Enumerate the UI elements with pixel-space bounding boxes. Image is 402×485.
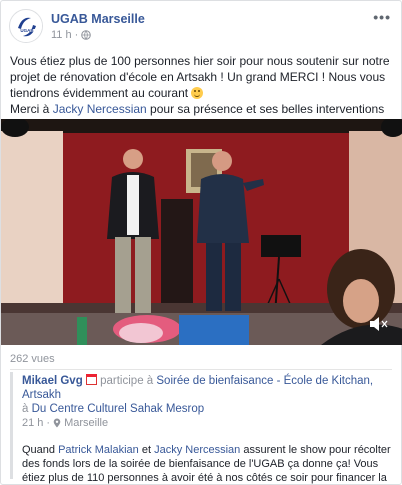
venue-line: à Du Centre Culturel Sahak Mesrop [22,402,394,416]
shared-message: Quand Patrick Malakian et Jacky Nercessi… [22,443,394,485]
participates-text: participe à [96,375,157,387]
shared-text-1: Quand [22,444,59,456]
meta-separator: · [74,29,79,41]
shared-time[interactable]: 21 h [22,416,43,430]
page-name-link[interactable]: UGAB Marseille [51,12,145,26]
more-options-icon[interactable]: ••• [373,9,391,25]
mention-patrick-malakian[interactable]: Patrick Malakian [58,444,139,456]
post-header: UGAB UGAB Marseille 11 h · ••• [9,9,393,45]
message-line-2-post: pour sa présence et ses belles intervent… [146,102,385,116]
post-time[interactable]: 11 h [51,29,72,41]
shared-header: Mikael Gvg participe à Soirée de bienfai… [22,374,394,402]
divider [10,369,392,370]
message-line-2-pre: Merci à [10,102,53,116]
ugab-logo-icon: UGAB [11,11,42,42]
shared-author-link[interactable]: Mikael Gvg [22,375,83,387]
calendar-icon [85,374,97,385]
at-text: à [22,403,32,415]
shared-text-2: et [138,444,155,456]
video-frame [1,119,402,345]
post-meta: 11 h · [51,29,92,41]
shared-post: Mikael Gvg participe à Soirée de bienfai… [10,372,394,484]
mention-jacky-nercessian[interactable]: Jacky Nercessian [154,444,240,456]
video-player[interactable] [1,119,402,345]
meta-dot: · [46,417,51,429]
mention-jacky-nercessian[interactable]: Jacky Nercessian [53,102,147,116]
venue-link[interactable]: Du Centre Culturel Sahak Mesrop [32,403,205,415]
shared-location[interactable]: Marseille [64,416,108,430]
location-pin-icon [53,418,61,428]
page-avatar[interactable]: UGAB [9,9,43,43]
globe-icon [81,30,92,40]
facebook-post: UGAB UGAB Marseille 11 h · ••• Vous étie… [0,0,402,485]
svg-text:UGAB: UGAB [20,28,34,33]
smile-emoji-icon [191,87,204,99]
shared-meta: 21 h · Marseille [22,416,394,430]
view-count: 262 vues [10,353,55,365]
